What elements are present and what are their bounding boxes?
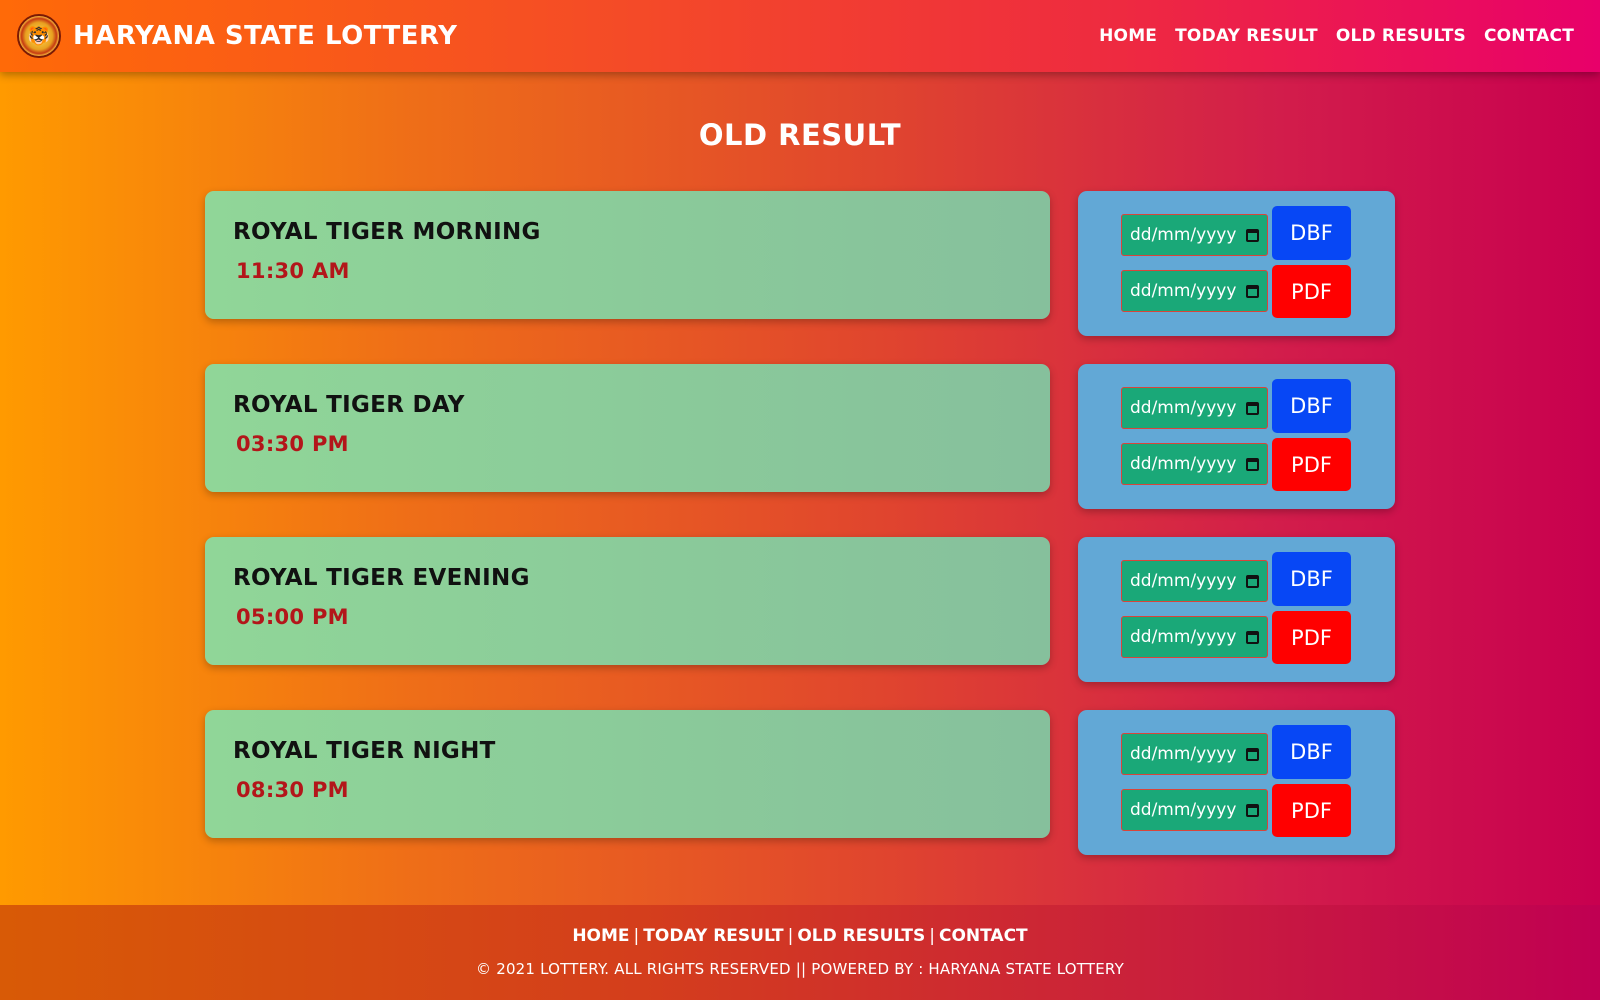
game-card: ROYAL TIGER EVENING 05:00 PM (205, 537, 1050, 665)
date-placeholder: dd/mm/yyyy (1130, 744, 1237, 764)
dbf-date-input[interactable]: dd/mm/yyyy (1121, 560, 1268, 602)
pdf-date-input[interactable]: dd/mm/yyyy (1121, 616, 1268, 658)
download-panel: dd/mm/yyyy DBF dd/mm/yyyy PDF (1078, 191, 1395, 336)
calendar-icon[interactable] (1246, 630, 1259, 644)
main-nav: HOME TODAY RESULT OLD RESULTS CONTACT (1099, 26, 1574, 46)
nav-today-result[interactable]: TODAY RESULT (1175, 26, 1318, 46)
page-title: OLD RESULT (698, 118, 902, 152)
game-time: 03:30 PM (236, 432, 349, 456)
footer-separator: | (787, 926, 794, 946)
footer-separator: | (633, 926, 640, 946)
pdf-date-input[interactable]: dd/mm/yyyy (1121, 270, 1268, 312)
brand[interactable]: 🐯 HARYANA STATE LOTTERY (17, 14, 457, 58)
game-name: ROYAL TIGER NIGHT (233, 738, 496, 764)
calendar-icon[interactable] (1246, 747, 1259, 761)
footer-link-home[interactable]: HOME (572, 926, 629, 946)
tiger-emblem-icon: 🐯 (17, 14, 61, 58)
dbf-button[interactable]: DBF (1272, 206, 1351, 260)
nav-old-results[interactable]: OLD RESULTS (1336, 26, 1466, 46)
game-name: ROYAL TIGER MORNING (233, 219, 541, 245)
dbf-date-input[interactable]: dd/mm/yyyy (1121, 214, 1268, 256)
footer-link-today-result[interactable]: TODAY RESULT (643, 926, 783, 946)
pdf-button[interactable]: PDF (1272, 784, 1351, 837)
pdf-button[interactable]: PDF (1272, 611, 1351, 664)
site-header: 🐯 HARYANA STATE LOTTERY HOME TODAY RESUL… (0, 0, 1600, 72)
copyright-text: © 2021 LOTTERY. ALL RIGHTS RESERVED || P… (476, 960, 1124, 978)
calendar-icon[interactable] (1246, 803, 1259, 817)
nav-home[interactable]: HOME (1099, 26, 1157, 46)
game-time: 05:00 PM (236, 605, 349, 629)
nav-contact[interactable]: CONTACT (1484, 26, 1574, 46)
game-name: ROYAL TIGER EVENING (233, 565, 530, 591)
calendar-icon[interactable] (1246, 457, 1259, 471)
dbf-button[interactable]: DBF (1272, 379, 1351, 433)
date-placeholder: dd/mm/yyyy (1130, 800, 1237, 820)
dbf-date-input[interactable]: dd/mm/yyyy (1121, 733, 1268, 775)
date-placeholder: dd/mm/yyyy (1130, 398, 1237, 418)
download-panel: dd/mm/yyyy DBF dd/mm/yyyy PDF (1078, 710, 1395, 855)
calendar-icon[interactable] (1246, 228, 1259, 242)
calendar-icon[interactable] (1246, 574, 1259, 588)
game-time: 08:30 PM (236, 778, 349, 802)
download-panel: dd/mm/yyyy DBF dd/mm/yyyy PDF (1078, 537, 1395, 682)
download-panel: dd/mm/yyyy DBF dd/mm/yyyy PDF (1078, 364, 1395, 509)
site-footer: HOME | TODAY RESULT | OLD RESULTS | CONTACT © … (0, 905, 1600, 1000)
result-row: ROYAL TIGER EVENING 05:00 PM dd/mm/yyyy … (205, 537, 1395, 682)
game-card: ROYAL TIGER NIGHT 08:30 PM (205, 710, 1050, 838)
calendar-icon[interactable] (1246, 401, 1259, 415)
date-placeholder: dd/mm/yyyy (1130, 454, 1237, 474)
result-row: ROYAL TIGER NIGHT 08:30 PM dd/mm/yyyy DB… (205, 710, 1395, 855)
result-row: ROYAL TIGER DAY 03:30 PM dd/mm/yyyy DBF … (205, 364, 1395, 509)
calendar-icon[interactable] (1246, 284, 1259, 298)
pdf-date-input[interactable]: dd/mm/yyyy (1121, 443, 1268, 485)
game-time: 11:30 AM (236, 259, 350, 283)
footer-separator: | (929, 926, 935, 946)
game-card: ROYAL TIGER DAY 03:30 PM (205, 364, 1050, 492)
dbf-date-input[interactable]: dd/mm/yyyy (1121, 387, 1268, 429)
pdf-button[interactable]: PDF (1272, 438, 1351, 491)
game-card: ROYAL TIGER MORNING 11:30 AM (205, 191, 1050, 319)
footer-link-old-results[interactable]: OLD RESULTS (797, 926, 925, 946)
brand-title: HARYANA STATE LOTTERY (73, 21, 458, 51)
pdf-button[interactable]: PDF (1272, 265, 1351, 318)
dbf-button[interactable]: DBF (1272, 552, 1351, 606)
pdf-date-input[interactable]: dd/mm/yyyy (1121, 789, 1268, 831)
footer-link-contact[interactable]: CONTACT (939, 926, 1028, 946)
result-row: ROYAL TIGER MORNING 11:30 AM dd/mm/yyyy … (205, 191, 1395, 336)
game-name: ROYAL TIGER DAY (233, 392, 465, 418)
date-placeholder: dd/mm/yyyy (1130, 281, 1237, 301)
date-placeholder: dd/mm/yyyy (1130, 627, 1237, 647)
footer-nav: HOME | TODAY RESULT | OLD RESULTS | CONTACT (0, 926, 1600, 946)
date-placeholder: dd/mm/yyyy (1130, 225, 1237, 245)
date-placeholder: dd/mm/yyyy (1130, 571, 1237, 591)
dbf-button[interactable]: DBF (1272, 725, 1351, 779)
